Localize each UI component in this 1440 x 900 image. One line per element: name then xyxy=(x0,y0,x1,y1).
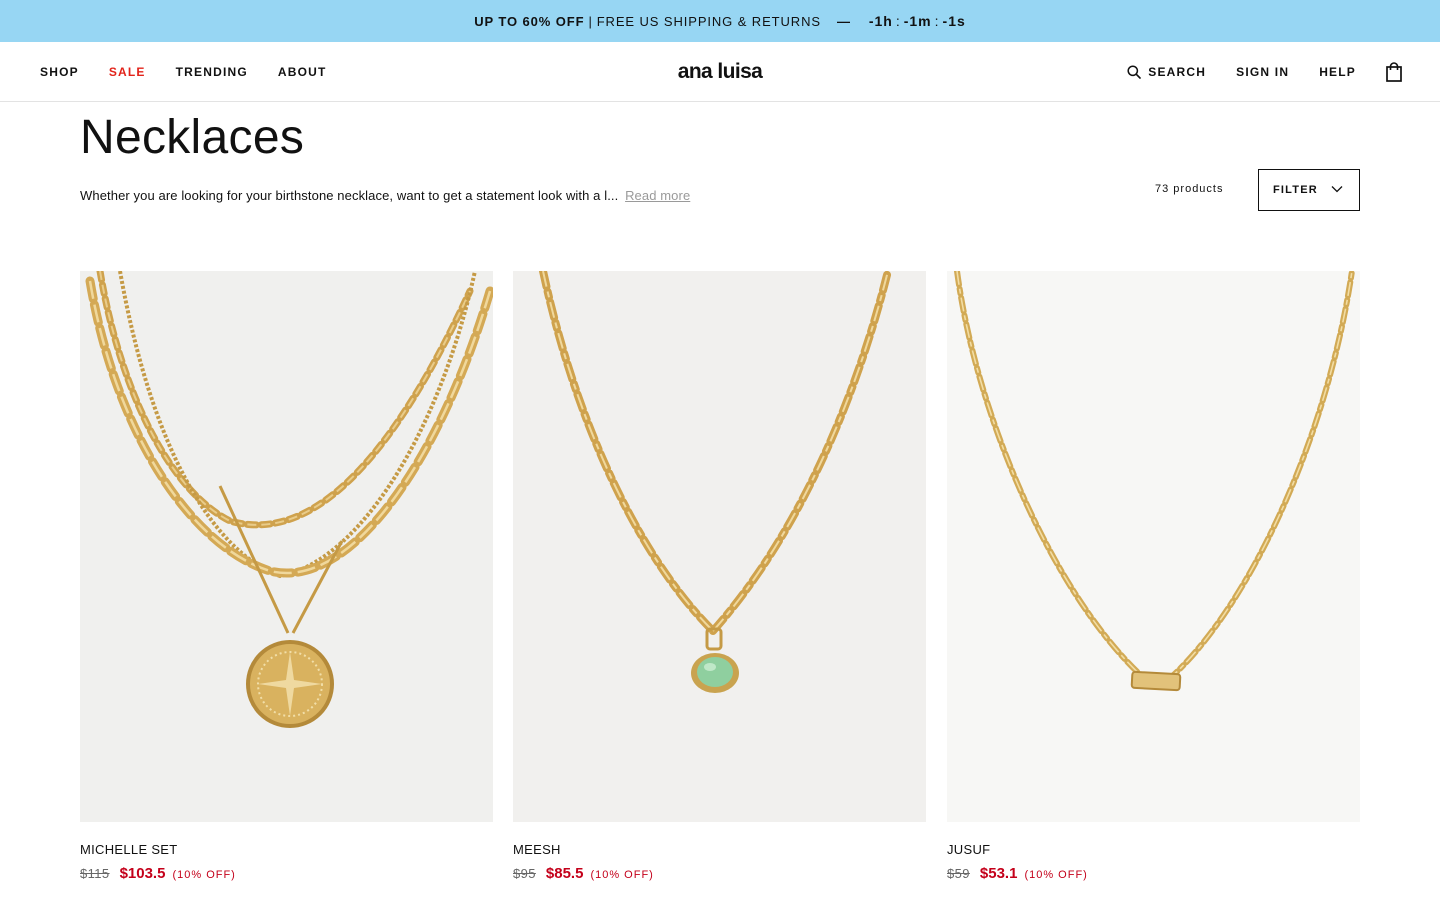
chevron-down-icon xyxy=(1331,184,1343,196)
promo-shipping: FREE US SHIPPING & RETURNS xyxy=(596,13,821,29)
sale-price: $103.5 xyxy=(119,865,166,882)
original-price: $59 xyxy=(947,866,970,881)
countdown-timer: -1h : -1m : -1s xyxy=(868,13,966,29)
promo-divider: | xyxy=(588,13,593,29)
shopping-bag-icon[interactable] xyxy=(1386,62,1402,82)
product-name[interactable]: JUSUF xyxy=(947,842,1360,857)
search-button[interactable]: SEARCH xyxy=(1127,65,1206,79)
product-image-jusuf[interactable] xyxy=(947,271,1360,822)
product-card[interactable]: MEESH $95 $85.5 (10% OFF) xyxy=(513,271,926,882)
product-count: 73 products xyxy=(1155,183,1224,195)
promo-offer: UP TO 60% OFF xyxy=(474,13,585,29)
original-price: $95 xyxy=(513,866,536,881)
nav-trending[interactable]: TRENDING xyxy=(176,65,248,79)
discount-label: (10% OFF) xyxy=(172,869,236,881)
product-name[interactable]: MEESH xyxy=(513,842,926,857)
description-text: Whether you are looking for your birthst… xyxy=(80,188,619,203)
product-prices: $59 $53.1 (10% OFF) xyxy=(947,865,1360,882)
main-nav: SHOP SALE TRENDING ABOUT xyxy=(40,42,357,102)
page-title: Necklaces xyxy=(80,111,305,164)
product-image-meesh[interactable] xyxy=(513,271,926,822)
nav-sale[interactable]: SALE xyxy=(109,65,146,79)
nav-about[interactable]: ABOUT xyxy=(278,65,327,79)
promo-banner[interactable]: UP TO 60% OFF | FREE US SHIPPING & RETUR… xyxy=(0,0,1440,42)
product-image-michelle-set[interactable] xyxy=(80,271,493,822)
site-header: SHOP SALE TRENDING ABOUT ana luisa SEARC… xyxy=(0,42,1440,102)
product-grid: MICHELLE SET $115 $103.5 (10% OFF) MEESH… xyxy=(80,271,1360,900)
utility-nav: SEARCH SIGN IN HELP xyxy=(1127,42,1402,102)
filter-label: FILTER xyxy=(1273,184,1318,196)
search-icon xyxy=(1127,65,1142,79)
timer-minutes: -1m xyxy=(903,13,932,29)
category-description: Whether you are looking for your birthst… xyxy=(80,188,690,203)
sale-price: $53.1 xyxy=(979,865,1018,882)
sale-price: $85.5 xyxy=(545,865,584,882)
timer-hours: -1h xyxy=(868,13,893,29)
read-more-link[interactable]: Read more xyxy=(625,188,690,203)
help-link[interactable]: HELP xyxy=(1319,65,1356,79)
product-name[interactable]: MICHELLE SET xyxy=(80,842,493,857)
product-card[interactable]: JUSUF $59 $53.1 (10% OFF) xyxy=(947,271,1360,882)
search-label: SEARCH xyxy=(1148,65,1207,79)
nav-shop[interactable]: SHOP xyxy=(40,65,79,79)
timer-seconds: -1s xyxy=(942,13,966,29)
discount-label: (10% OFF) xyxy=(1024,869,1088,881)
product-prices: $95 $85.5 (10% OFF) xyxy=(513,865,926,882)
brand-logo[interactable]: ana luisa xyxy=(620,42,820,102)
product-card[interactable]: MICHELLE SET $115 $103.5 (10% OFF) xyxy=(80,271,493,882)
discount-label: (10% OFF) xyxy=(590,869,654,881)
promo-dash: — xyxy=(836,13,851,29)
product-prices: $115 $103.5 (10% OFF) xyxy=(80,865,493,882)
filter-button[interactable]: FILTER xyxy=(1258,169,1360,211)
sign-in-link[interactable]: SIGN IN xyxy=(1236,65,1289,79)
original-price: $115 xyxy=(80,866,110,881)
